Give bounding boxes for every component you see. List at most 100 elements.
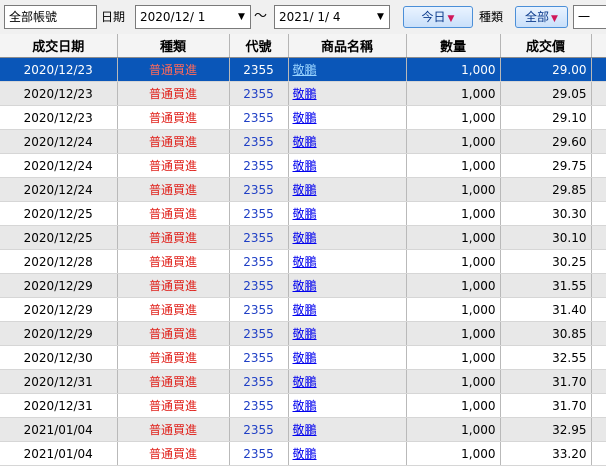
cell-qty[interactable]: 1,000	[406, 393, 501, 418]
cell-date[interactable]: 2020/12/23	[0, 57, 118, 82]
table-row[interactable]: 2020/12/29 普通買進 2355 敬鵬 1,000 31.55	[0, 273, 606, 298]
type-select[interactable]: 全部 ▼	[515, 6, 568, 28]
cell-code[interactable]: 2355	[229, 105, 289, 130]
table-row[interactable]: 2020/12/23 普通買進 2355 敬鵬 1,000 29.00	[0, 57, 606, 82]
date-from-picker[interactable]: 2020/12/ 1 ▼	[135, 5, 251, 29]
cell-type[interactable]: 普通買進	[117, 201, 230, 226]
product-link[interactable]: 敬鵬	[293, 231, 317, 245]
date-to-picker[interactable]: 2021/ 1/ 4 ▼	[274, 5, 390, 29]
product-link[interactable]: 敬鵬	[293, 255, 317, 269]
cell-qty[interactable]: 1,000	[406, 345, 501, 370]
table-row[interactable]: 2020/12/23 普通買進 2355 敬鵬 1,000 29.05	[0, 81, 606, 106]
table-row[interactable]: 2020/12/29 普通買進 2355 敬鵬 1,000 30.85	[0, 321, 606, 346]
product-link[interactable]: 敬鵬	[293, 87, 317, 101]
cell-qty[interactable]: 1,000	[406, 57, 501, 82]
product-link[interactable]: 敬鵬	[293, 351, 317, 365]
cell-price[interactable]: 31.40	[500, 297, 592, 322]
cell-date[interactable]: 2020/12/23	[0, 81, 118, 106]
cell-price[interactable]: 30.10	[500, 225, 592, 250]
table-row[interactable]: 2020/12/25 普通買進 2355 敬鵬 1,000 30.30	[0, 201, 606, 226]
cell-price[interactable]: 32.95	[500, 417, 592, 442]
cell-price[interactable]: 31.55	[500, 273, 592, 298]
cell-qty[interactable]: 1,000	[406, 297, 501, 322]
cell-type[interactable]: 普通買進	[117, 297, 230, 322]
cell-code[interactable]: 2355	[229, 273, 289, 298]
cell-price[interactable]: 32.55	[500, 345, 592, 370]
cell-type[interactable]: 普通買進	[117, 105, 230, 130]
cell-date[interactable]: 2020/12/24	[0, 129, 118, 154]
cell-type[interactable]: 普通買進	[117, 249, 230, 274]
cell-type[interactable]: 普通買進	[117, 369, 230, 394]
cell-code[interactable]: 2355	[229, 249, 289, 274]
product-link[interactable]: 敬鵬	[293, 399, 317, 413]
extra-select[interactable]: 一	[573, 5, 606, 29]
table-row[interactable]: 2020/12/30 普通買進 2355 敬鵬 1,000 32.55	[0, 345, 606, 370]
table-row[interactable]: 2021/01/04 普通買進 2355 敬鵬 1,000 32.95	[0, 417, 606, 442]
cell-type[interactable]: 普通買進	[117, 57, 230, 82]
cell-price[interactable]: 30.30	[500, 201, 592, 226]
cell-price[interactable]: 29.60	[500, 129, 592, 154]
cell-price[interactable]: 30.85	[500, 321, 592, 346]
cell-qty[interactable]: 1,000	[406, 225, 501, 250]
cell-date[interactable]: 2020/12/24	[0, 153, 118, 178]
cell-date[interactable]: 2020/12/31	[0, 369, 118, 394]
product-link[interactable]: 敬鵬	[293, 111, 317, 125]
cell-qty[interactable]: 1,000	[406, 81, 501, 106]
product-link[interactable]: 敬鵬	[293, 183, 317, 197]
table-row[interactable]: 2020/12/28 普通買進 2355 敬鵬 1,000 30.25	[0, 249, 606, 274]
cell-date[interactable]: 2021/01/04	[0, 417, 118, 442]
cell-type[interactable]: 普通買進	[117, 153, 230, 178]
table-row[interactable]: 2020/12/25 普通買進 2355 敬鵬 1,000 30.10	[0, 225, 606, 250]
cell-date[interactable]: 2020/12/30	[0, 345, 118, 370]
cell-qty[interactable]: 1,000	[406, 249, 501, 274]
cell-qty[interactable]: 1,000	[406, 153, 501, 178]
product-link[interactable]: 敬鵬	[293, 207, 317, 221]
cell-date[interactable]: 2020/12/28	[0, 249, 118, 274]
cell-date[interactable]: 2020/12/29	[0, 273, 118, 298]
cell-code[interactable]: 2355	[229, 201, 289, 226]
cell-type[interactable]: 普通買進	[117, 345, 230, 370]
chevron-down-icon[interactable]: ▼	[372, 6, 389, 28]
cell-qty[interactable]: 1,000	[406, 105, 501, 130]
chevron-down-icon[interactable]: ▼	[233, 6, 250, 28]
cell-type[interactable]: 普通買進	[117, 129, 230, 154]
product-link[interactable]: 敬鵬	[293, 303, 317, 317]
cell-date[interactable]: 2020/12/29	[0, 297, 118, 322]
cell-code[interactable]: 2355	[229, 345, 289, 370]
cell-price[interactable]: 31.70	[500, 369, 592, 394]
cell-qty[interactable]: 1,000	[406, 177, 501, 202]
cell-price[interactable]: 29.10	[500, 105, 592, 130]
column-header-qty[interactable]: 數量	[406, 34, 501, 58]
cell-code[interactable]: 2355	[229, 393, 289, 418]
table-row[interactable]: 2021/01/04 普通買進 2355 敬鵬 1,000 33.20	[0, 441, 606, 466]
cell-code[interactable]: 2355	[229, 225, 289, 250]
cell-code[interactable]: 2355	[229, 417, 289, 442]
product-link[interactable]: 敬鵬	[293, 375, 317, 389]
cell-qty[interactable]: 1,000	[406, 201, 501, 226]
table-row[interactable]: 2020/12/24 普通買進 2355 敬鵬 1,000 29.85	[0, 177, 606, 202]
cell-type[interactable]: 普通買進	[117, 273, 230, 298]
cell-type[interactable]: 普通買進	[117, 177, 230, 202]
cell-code[interactable]: 2355	[229, 321, 289, 346]
cell-qty[interactable]: 1,000	[406, 369, 501, 394]
product-link[interactable]: 敬鵬	[293, 279, 317, 293]
product-link[interactable]: 敬鵬	[293, 423, 317, 437]
cell-price[interactable]: 33.20	[500, 441, 592, 466]
product-link[interactable]: 敬鵬	[293, 327, 317, 341]
cell-code[interactable]: 2355	[229, 81, 289, 106]
cell-code[interactable]: 2355	[229, 177, 289, 202]
cell-code[interactable]: 2355	[229, 441, 289, 466]
cell-type[interactable]: 普通買進	[117, 441, 230, 466]
today-button[interactable]: 今日 ▼	[403, 6, 473, 28]
cell-qty[interactable]: 1,000	[406, 441, 501, 466]
cell-qty[interactable]: 1,000	[406, 417, 501, 442]
column-header-price[interactable]: 成交價	[500, 34, 592, 58]
column-header-type[interactable]: 種類	[117, 34, 230, 58]
column-header-code[interactable]: 代號	[229, 34, 289, 58]
cell-date[interactable]: 2020/12/31	[0, 393, 118, 418]
table-row[interactable]: 2020/12/23 普通買進 2355 敬鵬 1,000 29.10	[0, 105, 606, 130]
cell-type[interactable]: 普通買進	[117, 417, 230, 442]
cell-date[interactable]: 2020/12/29	[0, 321, 118, 346]
column-header-date[interactable]: 成交日期	[0, 34, 118, 58]
cell-code[interactable]: 2355	[229, 369, 289, 394]
